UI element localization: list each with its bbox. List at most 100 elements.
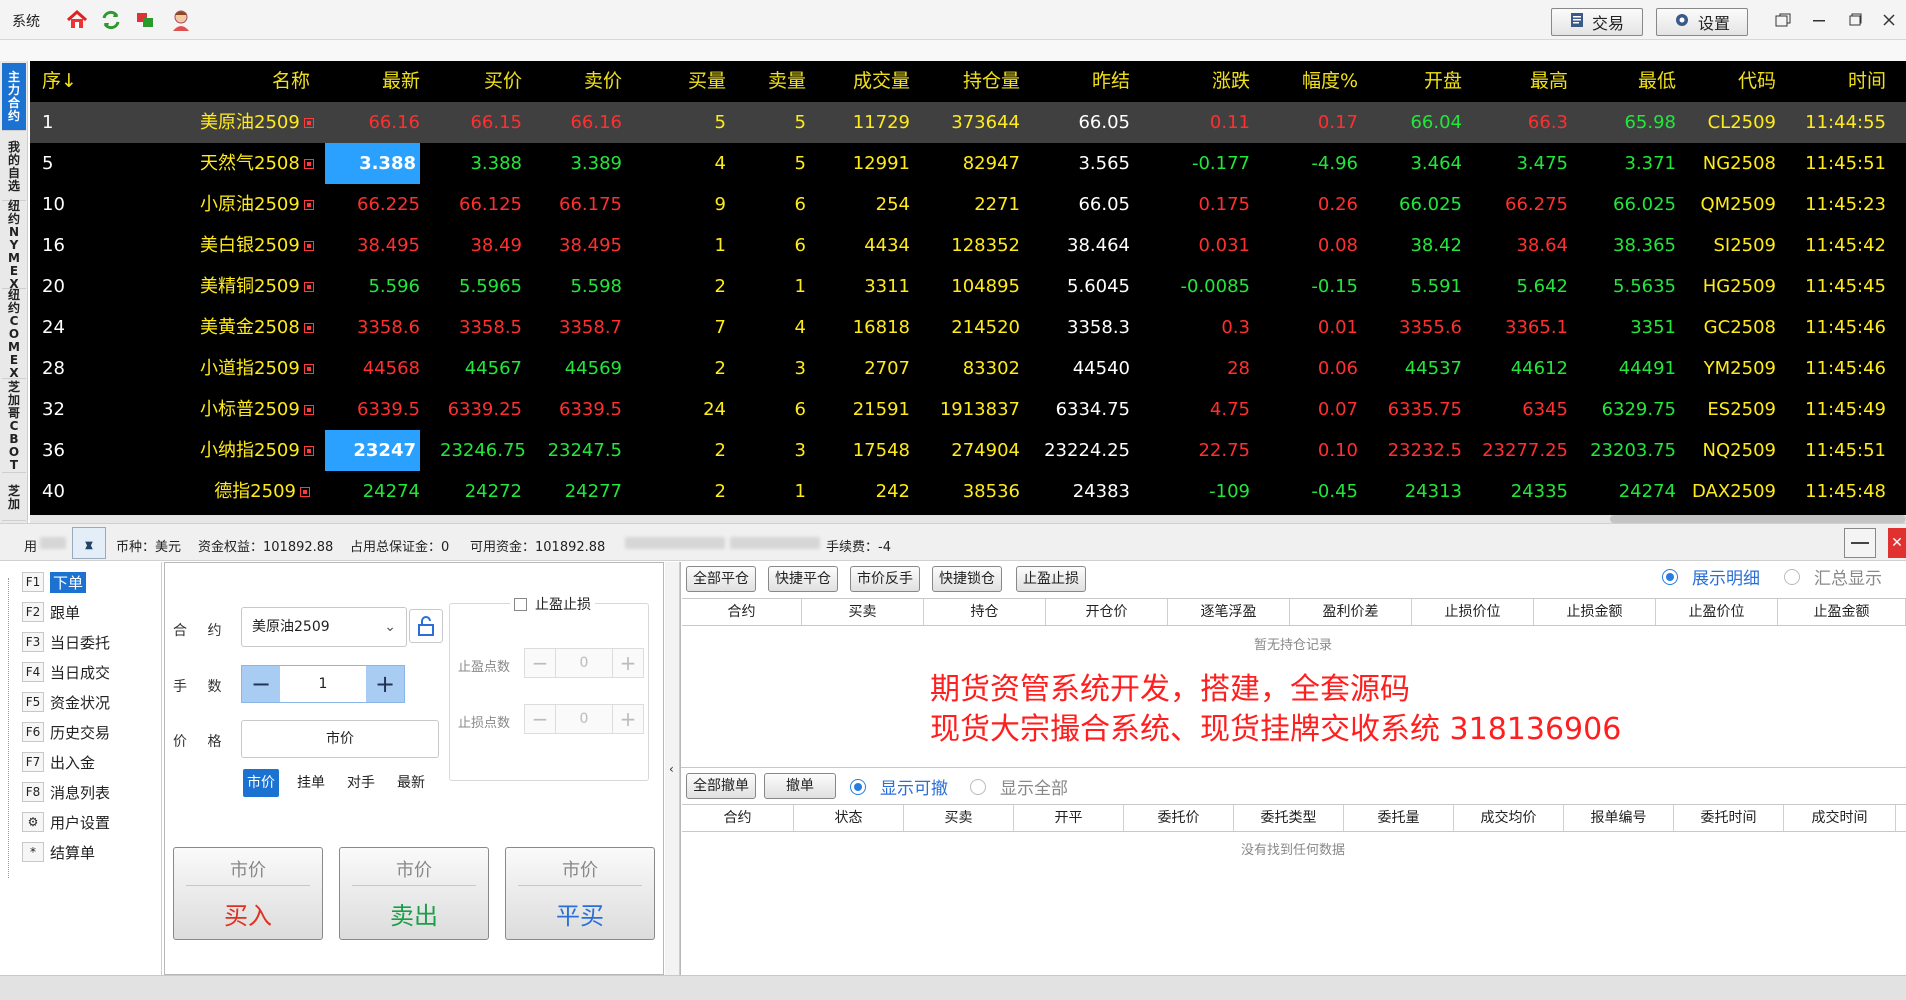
price-type-market[interactable]: 市价 [243,769,279,797]
show-all-radio[interactable]: 显示全部 [970,774,1068,799]
col-ask[interactable]: 卖价 [530,61,622,102]
system-menu[interactable]: 系统 [12,11,40,31]
quote-row[interactable]: 5 天然气2508 3.388 3.388 3.389 4 5 12991 82947 3.565… [30,143,1906,184]
tab-cbot[interactable]: 芝加哥CBOT [2,381,26,473]
menu-item[interactable]: F7 出入金 [10,750,95,774]
close-panel-icon[interactable]: ✕ [1888,528,1906,558]
column-header[interactable]: 盈利价差 [1290,599,1412,625]
col-seq[interactable]: 序↓ [42,61,86,102]
menu-item[interactable]: F5 资金状况 [10,690,110,714]
column-header[interactable]: 状态 [794,805,904,831]
quote-row[interactable]: 1 美原油2509 66.16 66.15 66.16 5 5 11729 373644 66.0… [30,102,1906,143]
col-code[interactable]: 代码 [1670,61,1776,102]
sl-increment[interactable]: + [613,707,643,731]
column-header[interactable]: 合约 [682,805,794,831]
col-bid[interactable]: 买价 [440,61,522,102]
show-cancelable-radio[interactable]: 显示可撤 [850,774,948,799]
tp-increment[interactable]: + [613,651,643,675]
column-header[interactable]: 委托价 [1124,805,1234,831]
quantity-increment-button[interactable]: + [366,666,404,702]
column-header[interactable]: 报单编号 [1564,805,1674,831]
menu-item[interactable]: F3 当日委托 [10,630,110,654]
quote-row[interactable]: 40 德指2509 24274 24272 24277 2 1 242 38536 24383 -1… [30,471,1906,512]
column-header[interactable]: 成交均价 [1454,805,1564,831]
take-profit-stop-loss-button[interactable]: 止盈止损 [1016,566,1086,592]
close-all-positions-button[interactable]: 全部平仓 [686,566,756,592]
sell-button[interactable]: 市价 卖出 [339,847,489,940]
column-header[interactable]: 成交时间 [1784,805,1896,831]
tab-main-contracts[interactable]: 主力合约 [2,63,26,131]
tab-comex[interactable]: 纽约COMEX [2,289,26,380]
tp-sl-toggle[interactable]: 止盈止损 [510,594,595,614]
buy-button[interactable]: 市价 买入 [173,847,323,940]
column-header[interactable]: 止损价位 [1412,599,1534,625]
col-ask-vol[interactable]: 卖量 [750,61,806,102]
column-header[interactable]: 委托类型 [1234,805,1344,831]
quote-row[interactable]: 28 小道指2509 44568 44567 44569 2 3 2707 83302 44540… [30,348,1906,389]
show-summary-radio[interactable]: 汇总显示 [1784,564,1882,589]
column-header[interactable]: 开平 [1014,805,1124,831]
col-change-pct[interactable]: 幅度% [1260,61,1358,102]
quantity-stepper[interactable]: − 1 + [241,665,405,703]
minimize-icon[interactable] [1808,10,1830,30]
col-time[interactable]: 时间 [1780,61,1886,102]
col-prev-settle[interactable]: 昨结 [1040,61,1130,102]
quick-close-button[interactable]: 快捷平仓 [768,566,838,592]
collapse-arrow-icon[interactable]: ‹ [669,762,674,776]
col-name[interactable]: 名称 [230,61,310,102]
tab-favorites[interactable]: 我的自选 [2,133,26,201]
price-input[interactable]: 市价 [241,720,439,758]
horizontal-scrollbar[interactable] [30,515,1906,523]
quantity-decrement-button[interactable]: − [242,666,280,702]
column-header[interactable]: 开仓价 [1046,599,1168,625]
menu-item[interactable]: ⚙ 用户设置 [10,810,110,834]
quote-row[interactable]: 32 小标普2509 6339.5 6339.25 6339.5 24 6 21591 1913… [30,389,1906,430]
home-icon[interactable] [64,7,90,33]
column-header[interactable]: 买卖 [802,599,924,625]
tp-sl-checkbox[interactable] [514,597,527,611]
col-change[interactable]: 涨跌 [1160,61,1250,102]
user-avatar-icon[interactable] [168,7,194,33]
close-buy-button[interactable]: 市价 平买 [505,847,655,940]
column-header[interactable]: 买卖 [904,805,1014,831]
column-header[interactable]: 委托时间 [1674,805,1784,831]
refresh-icon[interactable] [98,7,124,33]
column-header[interactable]: 止盈价位 [1656,599,1778,625]
market-reverse-button[interactable]: 市价反手 [850,566,920,592]
menu-item[interactable]: F8 消息列表 [10,780,110,804]
restore-window-icon[interactable] [1772,10,1794,30]
account-switch-spinner[interactable]: ▲ ▼ [72,527,106,559]
cancel-order-button[interactable]: 撤单 [764,773,836,799]
column-header[interactable]: 持仓 [924,599,1046,625]
settings-button[interactable]: 设置 [1656,8,1748,36]
price-type-limit[interactable]: 挂单 [293,769,329,797]
chevron-down-icon[interactable]: ▼ [85,540,93,552]
show-detail-radio[interactable]: 展示明细 [1662,564,1760,589]
sl-decrement[interactable]: − [525,707,555,731]
menu-item[interactable]: F6 历史交易 [10,720,110,744]
column-header[interactable]: 止损金额 [1534,599,1656,625]
menu-item[interactable]: F2 跟单 [10,600,80,624]
sl-points-value[interactable]: 0 [555,705,613,733]
quote-row[interactable]: 16 美白银2509 38.495 38.49 38.495 1 6 4434 128352 38… [30,225,1906,266]
col-low[interactable]: 最低 [1580,61,1676,102]
tab-nymex[interactable]: 纽约NYMEX [2,200,26,291]
column-header[interactable]: 逐笔浮盈 [1168,599,1290,625]
col-open[interactable]: 开盘 [1360,61,1462,102]
maximize-icon[interactable] [1844,10,1866,30]
cancel-all-orders-button[interactable]: 全部撤单 [686,773,756,799]
price-type-latest[interactable]: 最新 [393,769,429,797]
unlock-icon[interactable] [409,609,443,643]
quote-row[interactable]: 10 小原油2509 66.225 66.125 66.175 9 6 254 2271 66.0… [30,184,1906,225]
trade-button[interactable]: 交易 [1551,8,1643,36]
sl-points-stepper[interactable]: −0 + [524,704,644,734]
collapse-panel-button[interactable] [1844,528,1876,558]
quote-row[interactable]: 36 小纳指2509 23247 23246.75 23247.5 2 3 17548 2749… [30,430,1906,471]
tp-points-stepper[interactable]: −0 + [524,648,644,678]
col-high[interactable]: 最高 [1470,61,1568,102]
scrollbar-thumb[interactable] [1610,515,1906,523]
menu-item[interactable]: F4 当日成交 [10,660,110,684]
close-icon[interactable] [1878,10,1900,30]
price-type-opponent[interactable]: 对手 [343,769,379,797]
quote-row[interactable]: 20 美精铜2509 5.596 5.5965 5.598 2 1 3311 104895 5.6… [30,266,1906,307]
